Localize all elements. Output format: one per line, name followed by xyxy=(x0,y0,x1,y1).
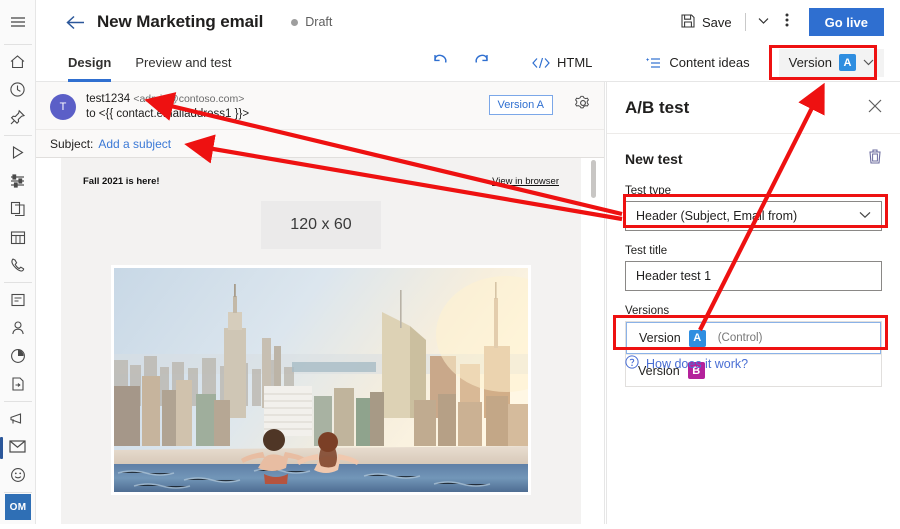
content-ideas-label: Content ideas xyxy=(669,55,750,70)
hero-image-block[interactable] xyxy=(111,265,531,495)
status-badge: Draft xyxy=(291,15,332,29)
command-bar: New Marketing email Draft Save Go live xyxy=(36,0,900,44)
how-does-it-work-link[interactable]: How does it work? xyxy=(625,355,748,372)
version-badge-a: A xyxy=(839,54,856,71)
test-title-value: Header test 1 xyxy=(636,269,712,283)
code-brackets-icon xyxy=(532,57,550,69)
chevron-down-icon xyxy=(859,211,871,222)
logo-placeholder[interactable]: 120 x 60 xyxy=(261,201,381,249)
calendar-icon[interactable] xyxy=(0,223,36,251)
save-button[interactable]: Save xyxy=(674,9,739,36)
pie-chart-icon[interactable] xyxy=(0,342,36,370)
test-title-input[interactable]: Header test 1 xyxy=(625,261,882,291)
test-type-dropdown[interactable]: Header (Subject, Email from) xyxy=(625,201,882,231)
subject-label: Subject: xyxy=(50,136,94,151)
preheader-text: Fall 2021 is here! xyxy=(83,176,160,187)
ab-test-panel: A/B test New test Test type Header (Subj… xyxy=(606,82,900,524)
test-type-label: Test type xyxy=(625,185,672,197)
save-chevron-down-icon[interactable] xyxy=(752,12,775,33)
test-title-label: Test title xyxy=(625,245,668,257)
pages-icon[interactable] xyxy=(0,195,36,223)
form-icon[interactable] xyxy=(0,286,36,314)
from-name: test1234 xyxy=(86,93,131,105)
new-test-row: New test xyxy=(625,148,882,169)
sidebar-item-emails[interactable] xyxy=(0,433,36,461)
tab-strip: Design Preview and test HTML Content ide… xyxy=(36,44,900,82)
email-body[interactable]: Fall 2021 is here! View in browser 120 x… xyxy=(61,158,581,524)
divider xyxy=(744,13,746,31)
phone-icon[interactable] xyxy=(0,251,36,279)
page-title: New Marketing email xyxy=(97,12,264,31)
version-badge-a: A xyxy=(688,329,706,347)
save-label: Save xyxy=(702,14,732,30)
rail-divider-3 xyxy=(3,282,32,283)
version-a-label: Version xyxy=(639,331,681,345)
doc-arrow-icon[interactable] xyxy=(0,370,36,398)
go-live-button[interactable]: Go live xyxy=(808,8,884,36)
more-options-icon[interactable] xyxy=(775,7,799,38)
close-icon[interactable] xyxy=(868,99,882,116)
city-skyline-pool-photo xyxy=(114,268,528,492)
sliders-icon[interactable] xyxy=(0,167,36,195)
versions-label: Versions xyxy=(625,305,670,317)
versions-list: Version A (Control) Version B xyxy=(625,321,882,387)
editor-edge xyxy=(604,82,605,524)
sender-avatar: T xyxy=(50,94,76,120)
tab-preview-and-test[interactable]: Preview and test xyxy=(135,44,231,82)
hero-image xyxy=(114,268,528,492)
question-circle-icon xyxy=(625,355,639,372)
email-editor: T test1234 <admin@contoso.com> to <{{ co… xyxy=(36,82,605,524)
floppy-disk-icon xyxy=(681,13,695,31)
tab-design[interactable]: Design xyxy=(68,44,112,82)
email-header-area: T test1234 <admin@contoso.com> to <{{ co… xyxy=(36,82,605,130)
status-dot xyxy=(291,18,299,26)
version-a-note: (Control) xyxy=(717,332,763,344)
list-sparkle-icon xyxy=(646,57,662,69)
left-nav-rail[interactable]: OM xyxy=(0,0,36,524)
hamburger-menu-icon[interactable] xyxy=(0,8,36,36)
version-row-a[interactable]: Version A (Control) xyxy=(626,322,881,354)
gear-icon[interactable] xyxy=(575,95,591,116)
user-avatar-om[interactable]: OM xyxy=(5,494,31,520)
rail-divider-2 xyxy=(3,135,32,136)
how-does-it-work-label: How does it work? xyxy=(646,356,749,371)
person-icon[interactable] xyxy=(0,314,36,342)
version-selector-chip[interactable]: Version A xyxy=(778,48,884,77)
version-chip-label: Version xyxy=(788,55,832,70)
smiley-icon[interactable] xyxy=(0,461,36,489)
trash-icon[interactable] xyxy=(868,148,882,169)
clock-icon[interactable] xyxy=(0,76,36,104)
add-subject-link[interactable]: Add a subject xyxy=(98,137,171,151)
email-preheader-row: Fall 2021 is here! View in browser xyxy=(61,158,581,187)
panel-title: A/B test xyxy=(625,97,690,117)
version-a-pill[interactable]: Version A xyxy=(488,95,553,115)
html-button[interactable]: HTML xyxy=(523,50,601,75)
email-canvas: Fall 2021 is here! View in browser 120 x… xyxy=(36,158,605,524)
megaphone-icon[interactable] xyxy=(0,405,36,433)
rail-divider xyxy=(3,44,32,45)
canvas-scrollbar[interactable] xyxy=(591,160,596,198)
editor-toolbar: HTML Content ideas Version A xyxy=(421,48,900,77)
undo-icon[interactable] xyxy=(421,48,461,77)
content-ideas-button[interactable]: Content ideas xyxy=(637,50,758,75)
home-icon[interactable] xyxy=(0,48,36,76)
chevron-down-icon xyxy=(863,58,874,68)
rail-divider-4 xyxy=(3,401,32,402)
new-test-label: New test xyxy=(625,150,683,167)
from-address: <admin@contoso.com> xyxy=(133,93,245,105)
panel-body: New test Test type Header (Subject, Emai… xyxy=(607,134,900,387)
panel-header: A/B test xyxy=(607,82,900,134)
html-label: HTML xyxy=(557,55,593,70)
status-label: Draft xyxy=(305,15,333,29)
subject-bar: Subject: Add a subject xyxy=(36,130,605,158)
view-in-browser-link[interactable]: View in browser xyxy=(492,176,559,187)
pin-icon[interactable] xyxy=(0,104,36,132)
test-type-value: Header (Subject, Email from) xyxy=(636,209,798,223)
play-icon[interactable] xyxy=(0,139,36,167)
back-arrow-icon[interactable] xyxy=(66,15,85,30)
rail-divider-5 xyxy=(3,492,32,493)
redo-icon[interactable] xyxy=(461,48,501,77)
command-bar-actions: Save Go live xyxy=(674,7,900,38)
